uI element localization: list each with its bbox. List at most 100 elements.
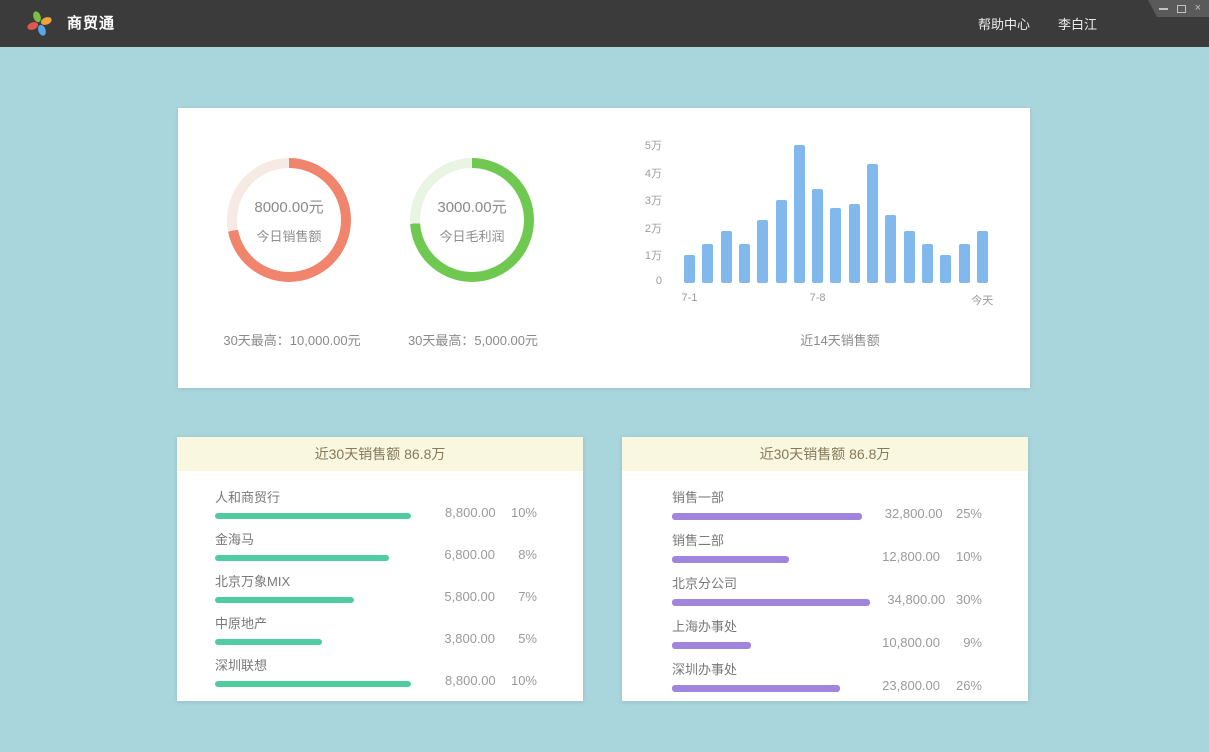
rank-row-bar	[672, 642, 751, 649]
chart-bar	[702, 244, 713, 283]
rank-row: 金海马6,800.008%	[215, 529, 537, 561]
rank-row-bar	[672, 599, 870, 606]
rank-row-bar	[672, 556, 789, 563]
rank-row-percent: 30%	[945, 592, 982, 607]
rank-row-label: 北京万象MIX	[215, 571, 409, 590]
close-icon[interactable]: ×	[1195, 3, 1201, 14]
rank-row-percent: 10%	[496, 505, 537, 520]
rank-row-bar	[215, 639, 322, 645]
rank-row-bar	[672, 513, 862, 520]
rank-row-left: 上海办事处	[672, 616, 854, 649]
sales-bar-chart: 01万2万3万4万5万 7-17-8今天 近14天销售额	[178, 108, 1030, 388]
chart-bar	[757, 220, 768, 283]
department-rank-header: 近30天销售额 86.8万	[622, 437, 1028, 471]
rank-row-label: 深圳办事处	[672, 659, 854, 678]
rank-row-amount: 8,800.00	[411, 505, 496, 520]
customer-rank-card: 近30天销售额 86.8万 人和商贸行8,800.0010%金海马6,800.0…	[177, 437, 583, 701]
customer-rank-list: 人和商贸行8,800.0010%金海马6,800.008%北京万象MIX5,80…	[177, 471, 583, 687]
chart-bar	[776, 200, 787, 283]
x-tick-label: 今天	[971, 292, 993, 308]
user-menu[interactable]: 李白江	[1058, 14, 1097, 33]
rank-row-amount: 6,800.00	[409, 547, 495, 562]
rank-row-percent: 26%	[940, 678, 982, 693]
chart-bar	[721, 231, 732, 283]
rank-row-label: 销售二部	[672, 530, 854, 549]
rank-row: 销售二部12,800.0010%	[672, 530, 982, 563]
app-logo-icon	[26, 10, 53, 37]
chart-bar	[812, 189, 823, 283]
chart-bar	[922, 244, 933, 283]
y-tick-label: 5万	[614, 137, 662, 153]
rank-row-bar	[215, 681, 411, 687]
chart-bar	[684, 255, 695, 283]
rank-row-amount: 32,800.00	[862, 506, 943, 521]
y-tick-label: 3万	[614, 192, 662, 208]
rank-row-bar	[215, 555, 389, 561]
department-rank-card: 近30天销售额 86.8万 销售一部32,800.0025% 销售二部12,800…	[622, 437, 1028, 701]
rank-row: 深圳联想8,800.0010%	[215, 655, 537, 687]
chart-bar	[977, 231, 988, 283]
rank-row-percent: 7%	[495, 589, 537, 604]
rank-row-left: 金海马	[215, 529, 409, 561]
rank-row-amount: 5,800.00	[409, 589, 495, 604]
rank-row-bar	[215, 513, 411, 519]
chart-bar	[959, 244, 970, 283]
y-tick-label: 0	[614, 275, 662, 287]
summary-card: 8000.00元 今日销售额 3000.00元 今日毛利润 30天最高：10,0…	[178, 108, 1030, 388]
rank-row-left: 深圳办事处	[672, 659, 854, 692]
chart-bar	[867, 164, 878, 283]
rank-row: 销售一部32,800.0025%	[672, 487, 982, 520]
customer-rank-header: 近30天销售额 86.8万	[177, 437, 583, 471]
rank-row-percent: 25%	[943, 506, 982, 521]
rank-row: 北京分公司34,800.0030%	[672, 573, 982, 606]
rank-row-percent: 10%	[940, 549, 982, 564]
window-controls: ×	[1145, 0, 1209, 17]
rank-row-label: 销售一部	[672, 487, 862, 506]
chart-caption: 近14天销售额	[684, 330, 996, 349]
rank-row-amount: 12,800.00	[854, 549, 940, 564]
rank-row-label: 深圳联想	[215, 655, 411, 674]
rank-row-label: 中原地产	[215, 613, 409, 632]
x-tick-label: 7-1	[682, 292, 698, 304]
y-tick-label: 1万	[614, 247, 662, 263]
rank-row-amount: 34,800.00	[870, 592, 945, 607]
rank-row-left: 销售一部	[672, 487, 862, 520]
rank-row-amount: 10,800.00	[854, 635, 940, 650]
rank-row: 人和商贸行8,800.0010%	[215, 487, 537, 519]
maximize-icon[interactable]	[1177, 5, 1186, 13]
chart-bar	[885, 215, 896, 283]
y-tick-label: 4万	[614, 165, 662, 181]
app-title: 商贸通	[67, 0, 115, 47]
titlebar: 商贸通 帮助中心 李白江 ×	[0, 0, 1209, 47]
rank-row-percent: 9%	[940, 635, 982, 650]
rank-row-left: 中原地产	[215, 613, 409, 645]
rank-row-bar	[672, 685, 840, 692]
chart-bar	[830, 208, 841, 283]
rank-row-left: 北京万象MIX	[215, 571, 409, 603]
department-rank-list: 销售一部32,800.0025% 销售二部12,800.0010% 北京分公司34,…	[622, 471, 1028, 692]
rank-row-percent: 8%	[495, 547, 537, 562]
rank-row-left: 北京分公司	[672, 573, 870, 606]
titlebar-right: 帮助中心 李白江	[978, 0, 1097, 47]
rank-row-bar	[215, 597, 354, 603]
chart-bar	[904, 231, 915, 283]
x-tick-label: 7-8	[810, 292, 826, 304]
rank-row-left: 深圳联想	[215, 655, 411, 687]
chart-bars	[684, 128, 996, 283]
rank-row-left: 销售二部	[672, 530, 854, 563]
rank-row: 北京万象MIX5,800.007%	[215, 571, 537, 603]
minimize-icon[interactable]	[1159, 8, 1168, 10]
help-center-link[interactable]: 帮助中心	[978, 14, 1030, 33]
rank-row-percent: 10%	[496, 673, 537, 688]
rank-row-label: 北京分公司	[672, 573, 870, 592]
chart-bar	[940, 255, 951, 283]
rank-row-label: 人和商贸行	[215, 487, 411, 506]
rank-row-label: 上海办事处	[672, 616, 854, 635]
rank-row-left: 人和商贸行	[215, 487, 411, 519]
chart-bar	[794, 145, 805, 283]
rank-row-label: 金海马	[215, 529, 409, 548]
rank-row-amount: 23,800.00	[854, 678, 940, 693]
chart-bar	[739, 244, 750, 283]
rank-row-amount: 8,800.00	[411, 673, 496, 688]
rank-row-percent: 5%	[495, 631, 537, 646]
